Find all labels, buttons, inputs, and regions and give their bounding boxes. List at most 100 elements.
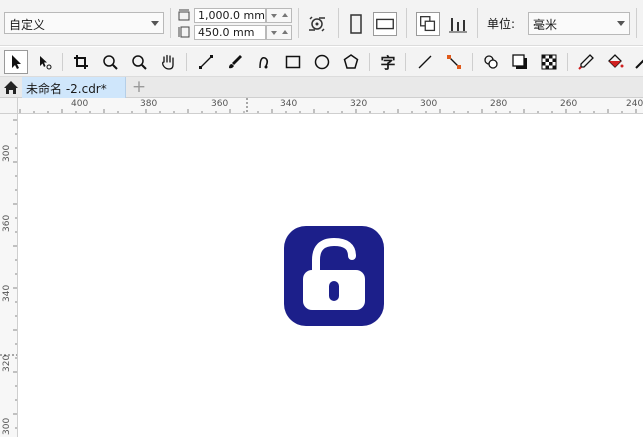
pen-tool-button[interactable] [252, 50, 276, 74]
page-width-spinner[interactable] [266, 8, 292, 23]
divider [170, 8, 171, 38]
divider [477, 8, 478, 38]
ruler-label: 340 [2, 284, 12, 302]
pointer-icon [12, 55, 21, 69]
pan-tool-button[interactable] [156, 50, 180, 74]
outline-tool-button[interactable] [630, 50, 643, 74]
rectangle-icon [285, 55, 301, 69]
units-dropdown[interactable]: 毫米 [528, 12, 630, 35]
transparency-tool-button[interactable] [537, 50, 561, 74]
ruler-label: 300 [420, 99, 438, 109]
divider [472, 53, 473, 71]
dimension-tool-button[interactable] [413, 50, 437, 74]
document-tab[interactable]: 未命名 -2.cdr* [22, 77, 126, 98]
checkerboard-icon [541, 54, 557, 70]
paint-bucket-icon [608, 54, 624, 68]
shape-tool-button[interactable] [33, 50, 57, 74]
text-tool-button[interactable]: 字 [376, 50, 400, 74]
pick-tool-button[interactable] [4, 50, 28, 74]
ruler-label: 400 [71, 99, 89, 109]
connector-icon [447, 55, 461, 69]
ruler-ticks [19, 98, 637, 113]
parallel-dimension-icon [418, 55, 432, 69]
ruler-label: 340 [280, 99, 298, 109]
vertical-ruler[interactable]: 300 360 340 320 300 [0, 114, 18, 437]
toolbox: 字 [0, 47, 643, 77]
eyedropper-icon [578, 54, 594, 70]
divider [636, 8, 637, 38]
hand-icon [162, 54, 174, 70]
current-page-icon[interactable] [446, 12, 470, 36]
freehand-tool-button[interactable] [194, 50, 218, 74]
home-icon[interactable] [3, 80, 19, 95]
page-preset-value: 自定义 [9, 18, 46, 32]
divider [405, 53, 406, 71]
ruler-ticks [0, 119, 17, 429]
zoom-tool-button[interactable] [98, 50, 122, 74]
zoom-out-tool-button[interactable] [127, 50, 151, 74]
document-tab-title: 未命名 -2.cdr* [26, 82, 107, 96]
bezier-icon [259, 56, 269, 69]
page-height-spinner[interactable] [266, 25, 292, 40]
shape-node-icon [40, 56, 52, 70]
units-label: 单位: [487, 17, 516, 31]
artistic-media-tool-button[interactable] [223, 50, 247, 74]
curve-icon [199, 55, 213, 69]
ruler-label: 300 [2, 144, 12, 162]
divider [369, 53, 370, 71]
eyedropper-tool-button[interactable] [574, 50, 598, 74]
divider [406, 8, 407, 38]
brush-icon [229, 55, 242, 69]
page-height-field[interactable]: 450.0 mm [194, 25, 266, 40]
page-width-field[interactable]: 1,000.0 mm [194, 8, 266, 23]
page-width-icon [178, 9, 190, 21]
blend-icon [484, 55, 498, 69]
divider [298, 8, 299, 38]
document-tab-bar: 未命名 -2.cdr* + [0, 77, 643, 98]
ruler-label: 360 [2, 214, 12, 232]
crop-tool-button[interactable] [69, 50, 93, 74]
drop-shadow-icon [512, 54, 527, 69]
ruler-origin[interactable] [0, 98, 18, 114]
ellipse-icon [314, 54, 330, 70]
unlock-icon [303, 237, 365, 310]
transform-pages-icon[interactable] [305, 12, 329, 36]
landscape-orientation-icon[interactable] [373, 12, 397, 36]
zoom-icon [103, 55, 118, 70]
chevron-down-icon [617, 21, 625, 26]
crop-icon [74, 55, 88, 69]
property-bar: 自定义 1,000.0 mm 450.0 mm 单位: 毫米 [0, 0, 643, 46]
connector-tool-button[interactable] [442, 50, 466, 74]
polygon-tool-button[interactable] [339, 50, 363, 74]
ruler-label: 360 [211, 99, 229, 109]
outline-pen-icon [635, 59, 643, 69]
page-height-icon [178, 26, 190, 38]
ruler-label: 320 [350, 99, 368, 109]
ruler-label: 320 [2, 354, 12, 372]
units-value: 毫米 [533, 18, 558, 32]
ruler-label: 300 [2, 417, 12, 435]
ruler-label: 380 [140, 99, 158, 109]
horizontal-ruler[interactable]: 400 380 360 340 320 300 280 260 240 [18, 98, 643, 114]
divider [567, 53, 568, 71]
ruler-label: 240 [626, 99, 643, 109]
page-preset-dropdown[interactable]: 自定义 [4, 12, 164, 34]
drop-shadow-tool-button[interactable] [508, 50, 532, 74]
polygon-icon [343, 54, 359, 69]
new-document-tab-button[interactable]: + [130, 79, 148, 96]
portrait-orientation-icon[interactable] [344, 12, 368, 36]
ruler-label: 280 [490, 99, 508, 109]
ruler-label: 260 [560, 99, 578, 109]
ellipse-tool-button[interactable] [310, 50, 334, 74]
rectangle-tool-button[interactable] [281, 50, 305, 74]
divider [62, 53, 63, 71]
all-pages-icon[interactable] [416, 12, 440, 36]
divider [186, 53, 187, 71]
unlock-icon-object[interactable] [284, 226, 384, 326]
magnifier-icon [132, 55, 147, 70]
chevron-down-icon [151, 21, 159, 26]
interactive-fill-tool-button[interactable] [603, 50, 627, 74]
drawing-canvas[interactable] [19, 115, 643, 437]
blend-tool-button[interactable] [479, 50, 503, 74]
divider [338, 8, 339, 38]
